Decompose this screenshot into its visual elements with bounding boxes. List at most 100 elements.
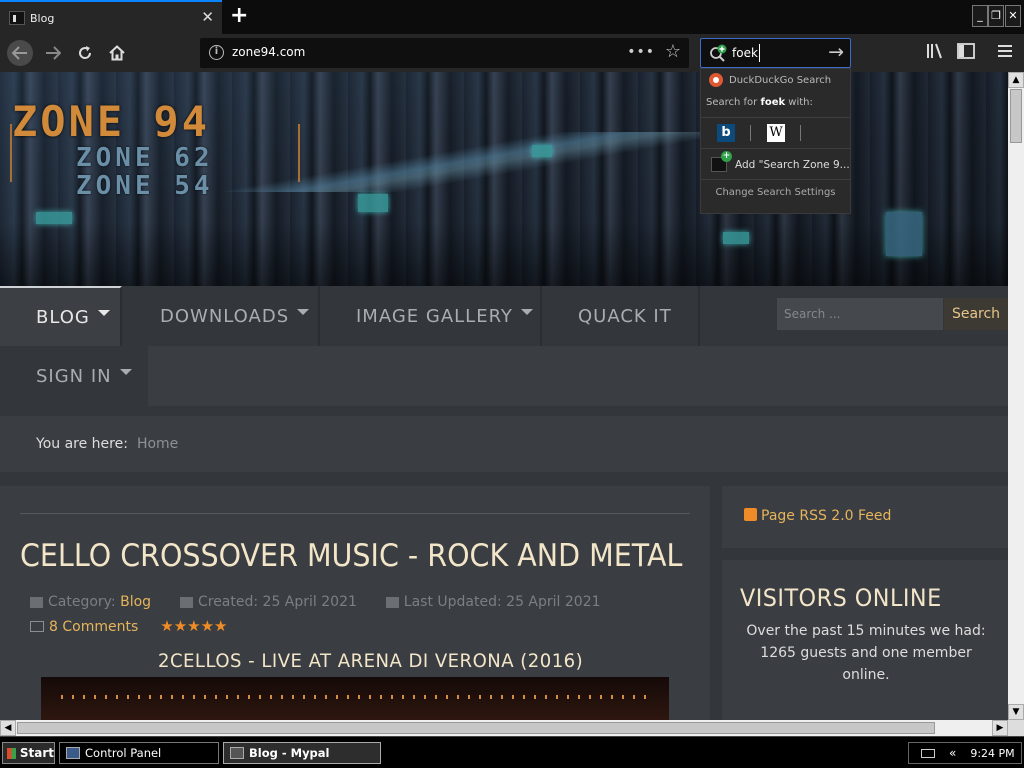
billboard-decoration: [532, 145, 552, 157]
os-taskbar: Start Control Panel Blog - Mypal « 9:24 …: [0, 736, 1024, 768]
dropdown-caret-icon: [97, 310, 110, 316]
start-button[interactable]: Start: [2, 742, 55, 764]
one-off-engines: b W: [701, 117, 850, 149]
close-window-button[interactable]: ✕: [1005, 5, 1021, 27]
menu-item-quack-it[interactable]: QUACK IT: [542, 286, 700, 346]
calendar-icon: [179, 596, 193, 608]
bing-icon[interactable]: b: [717, 124, 735, 142]
tab-close-icon[interactable]: ✕: [201, 9, 214, 25]
control-panel-icon: [66, 747, 80, 759]
library-icon: [927, 43, 942, 59]
add-engine-icon: +: [711, 151, 732, 172]
menu-item-image-gallery[interactable]: IMAGE GALLERY: [320, 286, 542, 346]
back-arrow-icon: [12, 46, 27, 60]
change-search-settings-button[interactable]: Change Search Settings: [701, 187, 850, 198]
horizontal-scrollbar[interactable]: ◀ ▶: [0, 720, 1008, 736]
created-date: Created: 25 April 2021: [197, 594, 357, 610]
tab-blog[interactable]: Blog ✕: [0, 0, 222, 34]
article-subtitle: 2CELLOS - LIVE AT ARENA DI VERONA (2016): [158, 650, 584, 672]
site-info-icon[interactable]: i: [209, 45, 224, 60]
hamburger-menu-icon: [998, 45, 1012, 57]
scrollbar-corner: [1008, 720, 1024, 736]
add-engine-label: Add "Search Zone 9...: [735, 158, 850, 171]
article-column: CELLO CROSSOVER MUSIC - ROCK AND METAL C…: [0, 486, 710, 720]
menu-item-blog[interactable]: BLOG: [0, 286, 122, 346]
scroll-up-arrow-icon[interactable]: ▲: [1008, 72, 1024, 88]
breadcrumb-home-link[interactable]: Home: [137, 436, 178, 452]
billboard-decoration: [723, 232, 749, 244]
sidebar-icon: [957, 43, 975, 59]
visitors-text: Over the past 15 minutes we had: 1265 gu…: [746, 623, 986, 683]
home-button[interactable]: [104, 40, 130, 66]
back-button[interactable]: [7, 40, 33, 66]
embedded-video[interactable]: [41, 677, 669, 720]
search-engine-icon[interactable]: [709, 44, 729, 68]
scroll-down-arrow-icon[interactable]: ▼: [1008, 704, 1024, 720]
horizontal-scroll-thumb[interactable]: [17, 722, 935, 734]
windows-logo-icon: [7, 747, 16, 759]
scroll-right-arrow-icon[interactable]: ▶: [992, 720, 1008, 736]
vertical-scrollbar[interactable]: ▲ ▼: [1008, 72, 1024, 720]
billboard-decoration: [886, 212, 922, 256]
add-search-engine-item[interactable]: + Add "Search Zone 9...: [701, 150, 850, 180]
scroll-left-arrow-icon[interactable]: ◀: [0, 720, 16, 736]
site-logo[interactable]: ZONE 94 ZONE 62 ZONE 54: [10, 100, 300, 200]
home-icon: [109, 45, 125, 61]
category-label: Category:: [48, 594, 121, 610]
taskbar-item-control-panel[interactable]: Control Panel: [59, 742, 219, 764]
tab-title: Blog: [30, 11, 55, 25]
current-engine-header: DuckDuckGo Search: [701, 69, 850, 91]
search-go-arrow-icon[interactable]: →: [828, 41, 844, 63]
vertical-scroll-thumb[interactable]: [1010, 89, 1022, 143]
reload-icon: [79, 46, 92, 59]
menu-item-label: QUACK IT: [578, 305, 672, 327]
bookmark-star-icon[interactable]: ☆: [665, 41, 681, 62]
taskbar-item-blog-mypal[interactable]: Blog - Mypal: [223, 742, 381, 764]
main-menu-button[interactable]: [997, 43, 1013, 63]
comment-icon: [30, 621, 44, 632]
rss-link[interactable]: Page RSS 2.0 Feed: [744, 508, 891, 524]
menu-item-label: IMAGE GALLERY: [356, 305, 513, 327]
system-tray: « 9:24 PM: [908, 742, 1022, 764]
navigation-toolbar: i zone94.com ••• ☆ foek →: [0, 34, 1024, 72]
category-link[interactable]: Blog: [120, 594, 151, 610]
rating-stars[interactable]: ★★★★★: [160, 617, 227, 635]
page-actions-icon[interactable]: •••: [627, 44, 655, 60]
logo-frame: [10, 124, 300, 182]
restore-button[interactable]: ❐: [988, 5, 1004, 27]
search-for-suffix: with:: [785, 97, 813, 108]
url-text: zone94.com: [232, 45, 306, 59]
clock[interactable]: 9:24 PM: [970, 747, 1014, 760]
task-label: Blog - Mypal: [249, 746, 330, 760]
rss-label: Page RSS 2.0 Feed: [761, 508, 892, 524]
screen: Blog ✕ + _ ❐ ✕ i zone94.com ••• ☆ foek →…: [0, 0, 1024, 768]
dropdown-caret-icon: [119, 369, 132, 375]
site-search-input[interactable]: Search ...: [777, 298, 943, 330]
wikipedia-icon[interactable]: W: [767, 124, 785, 142]
breadcrumb-label: You are here:: [36, 436, 128, 452]
site-favicon-icon: [9, 11, 25, 25]
library-button[interactable]: [926, 43, 944, 63]
article-title[interactable]: CELLO CROSSOVER MUSIC - ROCK AND METAL: [20, 538, 682, 574]
keyboard-icon[interactable]: [921, 748, 935, 758]
site-header-banner: ZONE 94 ZONE 62 ZONE 54: [0, 72, 1008, 286]
menu-item-label: DOWNLOADS: [160, 305, 290, 327]
sidebar-toggle-button[interactable]: [957, 43, 975, 63]
search-query-text: foek: [732, 46, 758, 60]
minimize-button[interactable]: _: [972, 5, 988, 27]
url-bar[interactable]: i zone94.com ••• ☆: [200, 38, 689, 68]
browser-search-input[interactable]: foek →: [700, 38, 851, 68]
menu-item-sign-in[interactable]: SIGN IN: [0, 346, 148, 406]
reload-button[interactable]: [72, 40, 98, 66]
forward-button[interactable]: [40, 40, 66, 66]
comments-link[interactable]: 8 Comments: [49, 619, 138, 635]
billboard-decoration: [36, 212, 72, 224]
menu-item-downloads[interactable]: DOWNLOADS: [124, 286, 320, 346]
site-search-button[interactable]: Search: [944, 298, 1008, 330]
forward-arrow-icon: [46, 46, 61, 60]
site-main-menu: BLOG DOWNLOADS IMAGE GALLERY QUACK IT Se…: [0, 286, 1008, 346]
sidebar-rss-module: Page RSS 2.0 Feed: [722, 486, 1008, 548]
tray-expand-icon[interactable]: «: [949, 746, 956, 760]
new-tab-button[interactable]: +: [230, 4, 248, 28]
calendar-icon: [385, 596, 399, 608]
